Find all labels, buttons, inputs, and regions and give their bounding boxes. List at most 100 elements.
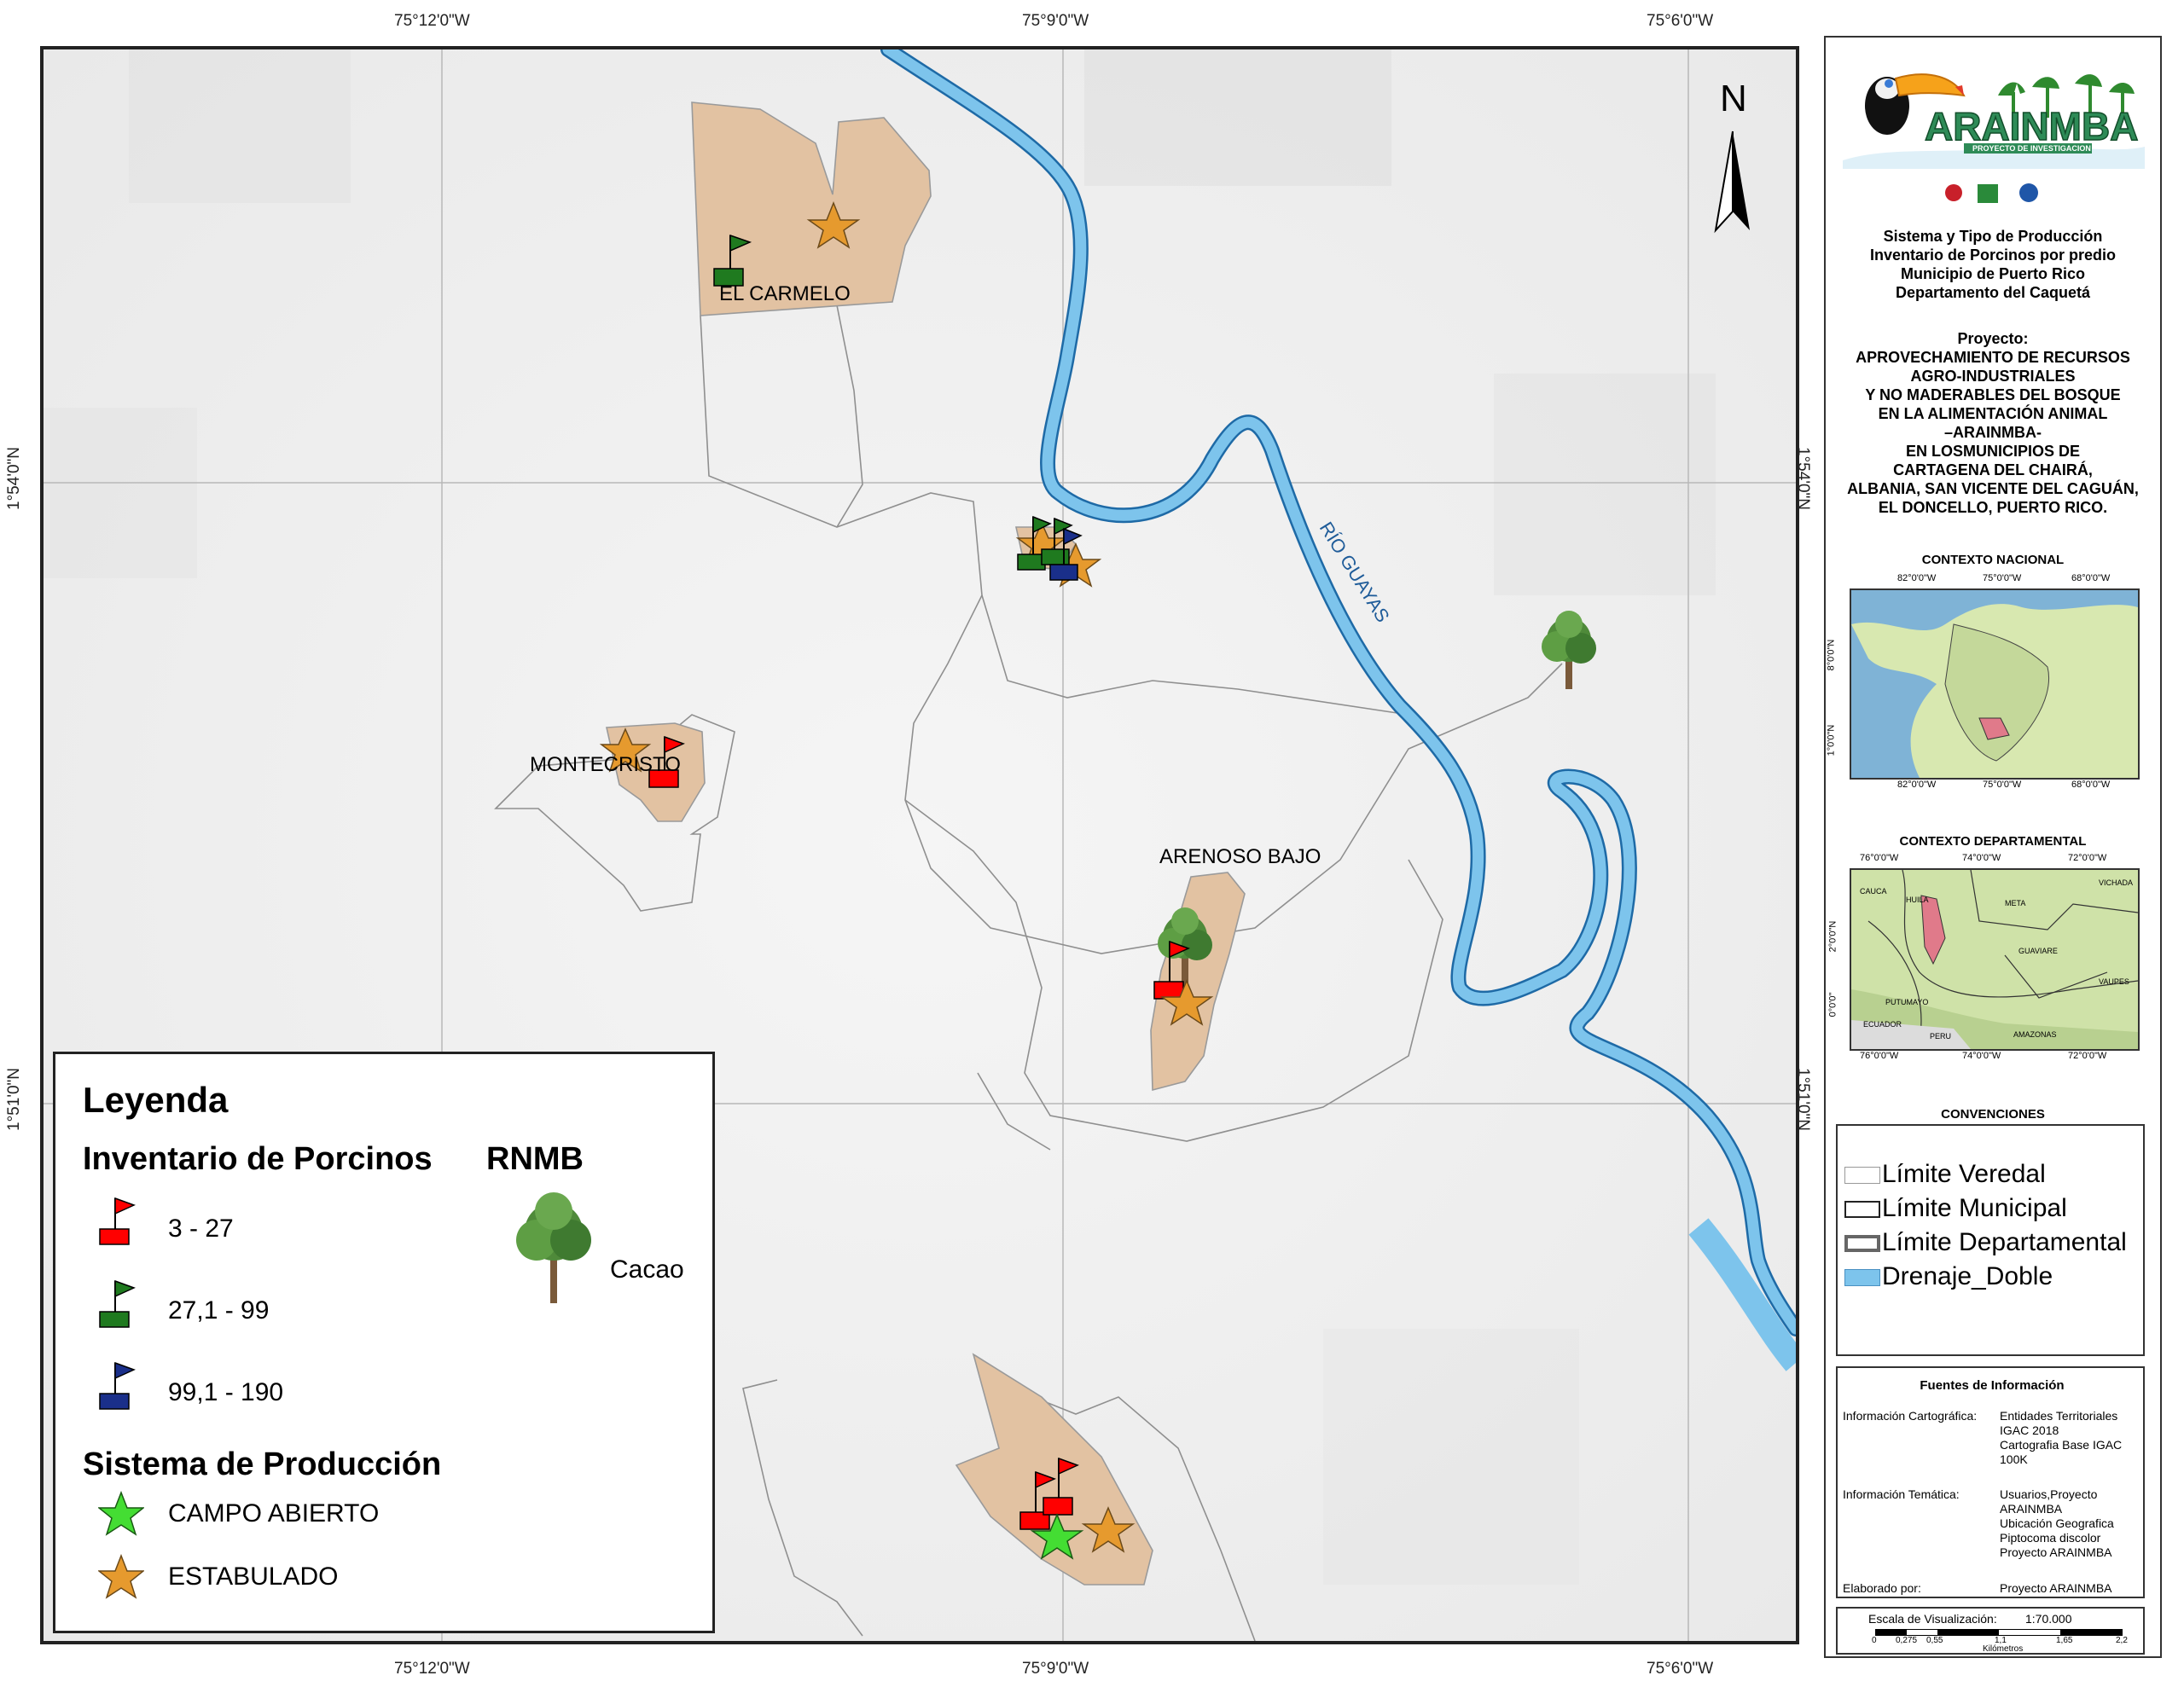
nacional-coord-bottom-2: 75°0'0"W <box>1983 780 2022 790</box>
scale-unit: Kilómetros <box>1983 1644 2024 1654</box>
scale-box: Escala de Visualización: 1:70.000 0 0,27… <box>1836 1607 2145 1655</box>
label-arenoso-bajo: ARENOSO BAJO <box>1159 845 1321 868</box>
depto-vaupes: VAUPES <box>2099 977 2129 986</box>
fuente-values-2: Usuarios,Proyecto ARAINMBA Ubicación Geo… <box>2000 1487 2114 1560</box>
contexto-departamental-title: CONTEXTO DEPARTAMENTAL <box>1899 834 2087 849</box>
logo-text: ARAINMBA <box>1925 104 2138 148</box>
fuente-values-1: Entidades Territoriales IGAC 2018 Cartog… <box>2000 1409 2122 1467</box>
nacional-coord-side-2: 1°0'0"N <box>1826 724 1837 757</box>
nacional-coord-top-1: 82°0'0"W <box>1897 573 1937 583</box>
convencion-1: Límite Veredal <box>1882 1160 2046 1188</box>
depto-amazonas: AMAZONAS <box>2013 1030 2057 1039</box>
north-label: N <box>1720 78 1747 119</box>
depto-coord-side-2: 0°0'0" <box>1827 992 1838 1017</box>
limite-departamental-swatch <box>1844 1235 1880 1252</box>
fuente-value: Piptocoma discolor <box>2000 1531 2101 1545</box>
inventory-item-1: 3 - 27 <box>168 1215 234 1243</box>
nacional-coord-bottom-3: 68°0'0"W <box>2071 780 2111 790</box>
scale-tick: 0 <box>1872 1636 1877 1645</box>
depto-coord-bottom-1: 76°0'0"W <box>1860 1051 1899 1061</box>
inventory-item-3: 99,1 - 190 <box>168 1378 284 1406</box>
drenaje-doble-swatch <box>1844 1269 1880 1286</box>
logo-subtitle: PROYECTO DE INVESTIGACION <box>1972 144 2091 153</box>
depto-peru: PERU <box>1930 1032 1952 1041</box>
production-item-1: CAMPO ABIERTO <box>168 1499 380 1528</box>
production-title: Sistema de Producción <box>83 1446 442 1482</box>
legend-title: Leyenda <box>83 1080 229 1120</box>
depto-coord-bottom-2: 74°0'0"W <box>1962 1051 2001 1061</box>
fuente-key-3: Elaborado por: <box>1843 1581 1921 1595</box>
toucan-logo-icon: ARAINMBA PROYECTO DE INVESTIGACION <box>1843 73 2145 169</box>
depto-vichada: VICHADA <box>2099 878 2134 887</box>
coord-top-2: 75°9'0"W <box>1022 12 1089 30</box>
coord-bottom-3: 75°6'0"W <box>1647 1660 1714 1678</box>
coord-top-3: 75°6'0"W <box>1647 12 1714 30</box>
fuente-value: 100K <box>2000 1452 2028 1466</box>
coord-top-1: 75°12'0"W <box>394 12 470 30</box>
contexto-nacional-title: CONTEXTO NACIONAL <box>1921 553 2065 567</box>
project-line: ALBANIA, SAN VICENTE DEL CAGUÁN, <box>1847 480 2139 497</box>
nacional-coord-top-2: 75°0'0"W <box>1983 573 2022 583</box>
production-item-2: ESTABULADO <box>168 1562 339 1591</box>
coord-left-2: 1°51'0"N <box>4 1068 23 1131</box>
coord-left-1: 1°54'0"N <box>4 447 23 510</box>
fuentes-box: Fuentes de Información Información Carto… <box>1836 1366 2145 1598</box>
fuente-value: Usuarios,Proyecto <box>2000 1487 2098 1501</box>
fuente-key-1: Información Cartográfica: <box>1843 1409 1978 1423</box>
convenciones-box: Límite Veredal Límite Municipal Límite D… <box>1836 1124 2145 1356</box>
side-panel: ARAINMBA PROYECTO DE INVESTIGACION Siste… <box>1824 36 2162 1658</box>
contexto-departamental-map[interactable]: META GUAVIARE VAUPES PUTUMAYO AMAZONAS P… <box>1850 868 2140 1051</box>
map-title-line: Departamento del Caquetá <box>1895 284 2091 301</box>
scale-label: Escala de Visualización: <box>1868 1612 1997 1626</box>
green-star-icon <box>98 1491 144 1536</box>
convenciones-title: CONVENCIONES <box>1941 1107 2045 1122</box>
nacional-coord-top-3: 68°0'0"W <box>2071 573 2111 583</box>
project-line: APROVECHAMIENTO DE RECURSOS <box>1856 349 2130 366</box>
map-title: Sistema y Tipo de Producción Inventario … <box>1824 227 2162 302</box>
flag-red-legend-icon <box>99 1197 136 1245</box>
project-line: –ARAINMBA- <box>1944 424 2042 441</box>
depto-putumayo: PUTUMAYO <box>1885 998 1929 1006</box>
label-el-carmelo: EL CARMELO <box>719 282 851 305</box>
project-line: AGRO-INDUSTRIALES <box>1910 368 2076 385</box>
project-line: Y NO MADERABLES DEL BOSQUE <box>1865 386 2121 403</box>
depto-coord-top-3: 72°0'0"W <box>2068 853 2107 863</box>
map-title-line: Sistema y Tipo de Producción <box>1883 228 2103 245</box>
fuente-value: ARAINMBA <box>2000 1502 2063 1516</box>
fuentes-title: Fuentes de Información <box>1920 1378 2065 1393</box>
scale-value: 1:70.000 <box>2025 1612 2072 1626</box>
project-line: EN LOSMUNICIPIOS DE <box>1905 443 2081 460</box>
scale-tick: 0,55 <box>1926 1636 1943 1645</box>
convencion-2: Límite Municipal <box>1882 1194 2067 1222</box>
project-line: EL DONCELLO, PUERTO RICO. <box>1878 499 2108 516</box>
scale-tick: 1,65 <box>2056 1636 2073 1645</box>
limite-veredal-swatch <box>1844 1167 1880 1184</box>
fuente-key-2: Información Temática: <box>1843 1487 1960 1501</box>
depto-ecuador: ECUADOR <box>1863 1020 1902 1029</box>
rnmb-item: Cacao <box>610 1255 684 1284</box>
map-title-line: Inventario de Porcinos por predio <box>1869 246 2117 264</box>
fuente-value: Proyecto ARAINMBA <box>2000 1545 2112 1559</box>
fuente-value-3: Proyecto ARAINMBA <box>2000 1581 2112 1595</box>
cacao-tree-legend-icon <box>516 1192 591 1303</box>
depto-guaviare: GUAVIARE <box>2018 947 2058 955</box>
scale-tick: 0,275 <box>1896 1636 1918 1645</box>
depto-coord-top-1: 76°0'0"W <box>1860 853 1899 863</box>
rnmb-title: RNMB <box>486 1141 584 1177</box>
inventory-title: Inventario de Porcinos <box>83 1141 433 1177</box>
convencion-3: Límite Departamental <box>1882 1228 2127 1256</box>
project-line: EN LA ALIMENTACIÓN ANIMAL <box>1878 405 2108 422</box>
convencion-4: Drenaje_Doble <box>1882 1262 2053 1290</box>
flag-green-legend-icon <box>99 1279 136 1328</box>
contexto-nacional-map[interactable] <box>1850 588 2140 780</box>
depto-coord-side-1: 2°0'0"N <box>1827 920 1838 953</box>
depto-coord-top-2: 74°0'0"W <box>1962 853 2001 863</box>
fuente-value: IGAC 2018 <box>2000 1423 2059 1437</box>
project-line: CARTAGENA DEL CHAIRÁ, <box>1893 461 2093 478</box>
project-line: Proyecto: <box>1957 330 2029 347</box>
scale-tick: 2,2 <box>2116 1636 2128 1645</box>
legend: Leyenda Inventario de Porcinos RNMB 3 - … <box>53 1052 715 1633</box>
fuente-value: Ubicación Geografica <box>2000 1516 2114 1530</box>
logo: ARAINMBA PROYECTO DE INVESTIGACION <box>1836 44 2148 169</box>
fuente-value: Entidades Territoriales <box>2000 1409 2118 1423</box>
